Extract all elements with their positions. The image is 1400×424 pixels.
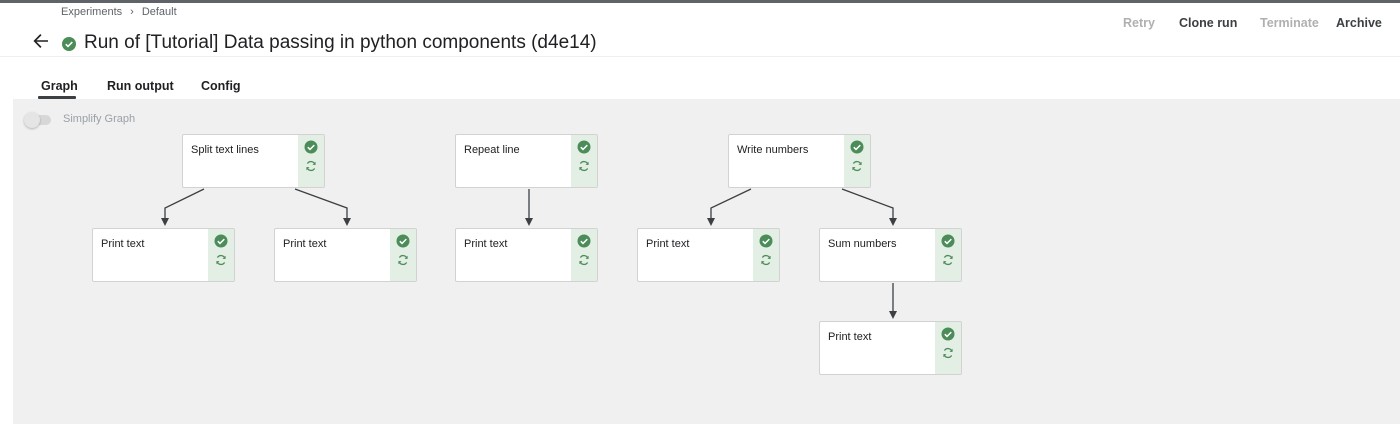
success-check-icon <box>577 140 591 154</box>
node-status-panel <box>298 135 324 187</box>
node-status-panel <box>935 229 961 281</box>
node-status-panel <box>935 322 961 374</box>
node-label: Print text <box>283 238 327 250</box>
retry-cached-icon <box>398 254 408 266</box>
clone-run-button[interactable]: Clone run <box>1179 16 1237 30</box>
success-check-icon <box>214 234 228 248</box>
retry-cached-icon <box>579 254 589 266</box>
success-check-icon <box>941 234 955 248</box>
simplify-graph-label: Simplify Graph <box>63 113 136 125</box>
node-print-text-1[interactable]: Print text <box>92 228 235 282</box>
breadcrumb-separator: › <box>130 6 134 18</box>
node-repeat-line[interactable]: Repeat line <box>455 134 598 188</box>
node-label: Write numbers <box>737 144 809 156</box>
node-label: Print text <box>646 238 690 250</box>
retry-cached-icon <box>579 160 589 172</box>
tab-run-output[interactable]: Run output <box>107 79 174 93</box>
success-check-icon <box>941 327 955 341</box>
archive-button[interactable]: Archive <box>1336 16 1382 30</box>
retry-button[interactable]: Retry <box>1123 16 1155 30</box>
node-sum-numbers[interactable]: Sum numbers <box>819 228 962 282</box>
node-write-numbers[interactable]: Write numbers <box>728 134 871 188</box>
node-status-panel <box>753 229 779 281</box>
header-divider <box>0 56 1400 57</box>
retry-cached-icon <box>216 254 226 266</box>
node-status-panel <box>571 135 597 187</box>
node-split-text-lines[interactable]: Split text lines <box>182 134 325 188</box>
node-print-text-2[interactable]: Print text <box>274 228 417 282</box>
node-print-text-5[interactable]: Print text <box>819 321 962 375</box>
tab-config[interactable]: Config <box>201 79 241 93</box>
retry-cached-icon <box>943 254 953 266</box>
success-status-icon <box>62 37 76 51</box>
breadcrumb-default-link[interactable]: Default <box>142 6 177 18</box>
terminate-button[interactable]: Terminate <box>1260 16 1319 30</box>
retry-cached-icon <box>852 160 862 172</box>
node-status-panel <box>390 229 416 281</box>
success-check-icon <box>759 234 773 248</box>
node-print-text-4[interactable]: Print text <box>637 228 780 282</box>
toggle-thumb <box>24 112 40 128</box>
node-status-panel <box>844 135 870 187</box>
page-title: Run of [Tutorial] Data passing in python… <box>84 32 597 53</box>
node-status-panel <box>571 229 597 281</box>
node-label: Print text <box>464 238 508 250</box>
tab-graph[interactable]: Graph <box>41 79 78 93</box>
retry-cached-icon <box>306 160 316 172</box>
node-label: Sum numbers <box>828 238 897 250</box>
node-label: Print text <box>828 331 872 343</box>
success-check-icon <box>850 140 864 154</box>
success-check-icon <box>577 234 591 248</box>
success-check-icon <box>396 234 410 248</box>
node-status-panel <box>208 229 234 281</box>
back-arrow-icon[interactable] <box>30 30 52 52</box>
node-label: Repeat line <box>464 144 520 156</box>
retry-cached-icon <box>943 347 953 359</box>
simplify-graph-toggle[interactable] <box>24 112 52 128</box>
node-print-text-3[interactable]: Print text <box>455 228 598 282</box>
breadcrumb: Experiments › Default <box>61 6 177 18</box>
node-label: Print text <box>101 238 145 250</box>
breadcrumb-experiments-link[interactable]: Experiments <box>61 6 122 18</box>
success-check-icon <box>304 140 318 154</box>
node-label: Split text lines <box>191 144 259 156</box>
retry-cached-icon <box>761 254 771 266</box>
top-border <box>0 0 1400 3</box>
